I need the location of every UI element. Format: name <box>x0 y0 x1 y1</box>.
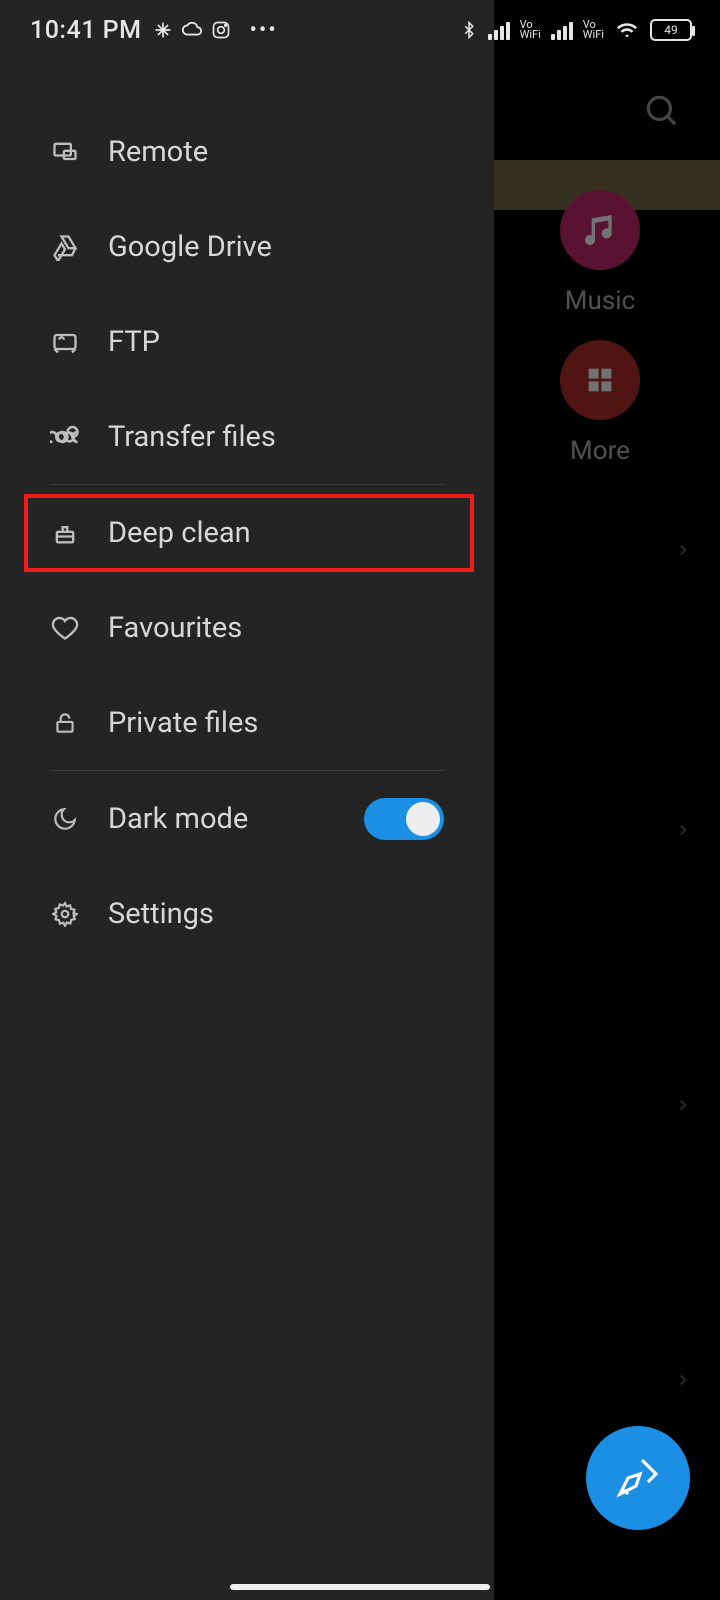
lock-icon <box>50 708 80 738</box>
sidebar-item-ftp[interactable]: FTP <box>0 294 494 389</box>
sidebar-item-label: Dark mode <box>108 802 336 836</box>
toggle-knob <box>406 802 440 836</box>
sidebar-item-label: Favourites <box>108 611 494 645</box>
heart-icon <box>50 613 80 643</box>
broom-icon <box>50 518 80 548</box>
monitor-icon <box>50 137 80 167</box>
dark-mode-toggle[interactable] <box>364 798 444 840</box>
sidebar-item-remote[interactable]: Remote <box>0 104 494 199</box>
sidebar-item-label: FTP <box>108 325 494 359</box>
moon-icon <box>50 804 80 834</box>
sidebar-item-label: Deep clean <box>108 516 494 550</box>
signal-icon-1 <box>488 20 510 40</box>
status-bar: 10:41 PM ••• VoWiFi VoWiFi <box>0 0 720 60</box>
status-time: 10:41 PM <box>30 16 141 45</box>
sidebar-item-dark-mode[interactable]: Dark mode <box>0 771 494 866</box>
navigation-drawer: Remote Google Drive FTP Transfer files <box>0 0 494 1600</box>
vowifi-icon-2: VoWiFi <box>583 20 604 40</box>
sidebar-item-private[interactable]: Private files <box>0 675 494 770</box>
bluetooth-icon <box>460 18 478 42</box>
broom-icon <box>614 1454 662 1502</box>
sidebar-item-transfer[interactable]: Transfer files <box>0 389 494 484</box>
infinity-icon <box>50 422 80 452</box>
battery-level: 49 <box>664 23 678 37</box>
vowifi-icon-1: VoWiFi <box>520 20 541 40</box>
clean-fab[interactable] <box>586 1426 690 1530</box>
sidebar-item-favourites[interactable]: Favourites <box>0 580 494 675</box>
gdrive-icon <box>50 232 80 262</box>
status-left: 10:41 PM ••• <box>30 16 278 45</box>
sidebar-item-deep-clean[interactable]: Deep clean <box>0 485 494 580</box>
gesture-bar[interactable] <box>230 1584 490 1590</box>
sidebar-item-gdrive[interactable]: Google Drive <box>0 199 494 294</box>
signal-icon-2 <box>551 20 573 40</box>
wifi-icon <box>614 19 640 41</box>
sidebar-item-settings[interactable]: Settings <box>0 866 494 961</box>
instagram-icon <box>211 20 231 40</box>
gear-icon <box>50 899 80 929</box>
status-right: VoWiFi VoWiFi 49 <box>460 18 692 42</box>
sidebar-item-label: Settings <box>108 897 494 931</box>
ftp-icon <box>50 327 80 357</box>
sidebar-item-label: Google Drive <box>108 230 494 264</box>
sidebar-item-label: Private files <box>108 706 494 740</box>
slack-icon <box>153 20 173 40</box>
sidebar-item-label: Transfer files <box>108 420 494 454</box>
sidebar-item-label: Remote <box>108 135 494 169</box>
battery-icon: 49 <box>650 19 692 41</box>
cloud-icon <box>181 19 203 41</box>
more-notifications-icon: ••• <box>249 18 277 43</box>
